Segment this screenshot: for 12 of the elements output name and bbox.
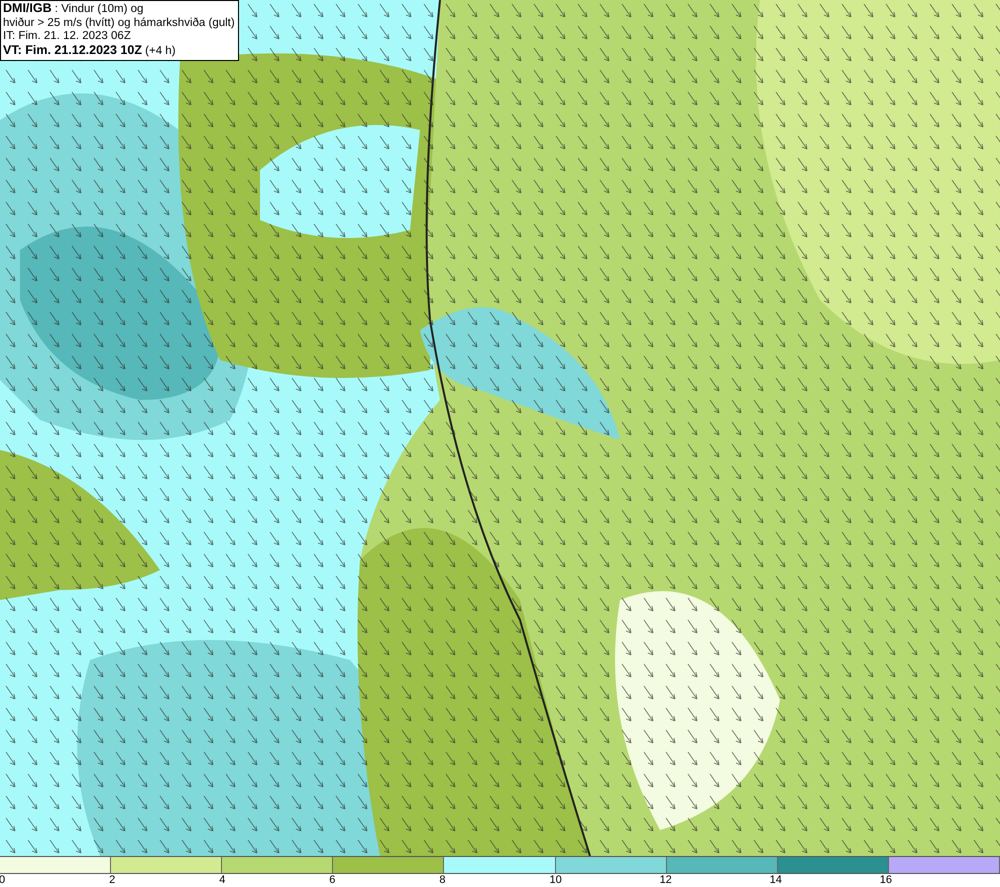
legend-tick-label: 16	[880, 874, 893, 887]
caption-line: IT: Fim. 21. 12. 2023 06Z	[3, 30, 132, 44]
legend-tick-label: 10	[549, 874, 563, 887]
legend-tick-label: 8	[439, 874, 446, 887]
legend-tick-label: 4	[219, 874, 226, 887]
legend-tick-label: 6	[329, 874, 336, 887]
legend-tick-label: 14	[770, 874, 783, 887]
legend-tick-label: 12	[660, 874, 673, 887]
legend-tick-label: 2	[109, 874, 116, 887]
caption-line: hviður > 25 m/s (hvítt) og hámarkshviða (gult)	[3, 16, 235, 30]
caption-line: DMI/IGB : Vindur (10m) og	[3, 2, 144, 16]
caption-line: VT: Fim. 21.12.2023 10Z (+4 h)	[3, 44, 177, 58]
